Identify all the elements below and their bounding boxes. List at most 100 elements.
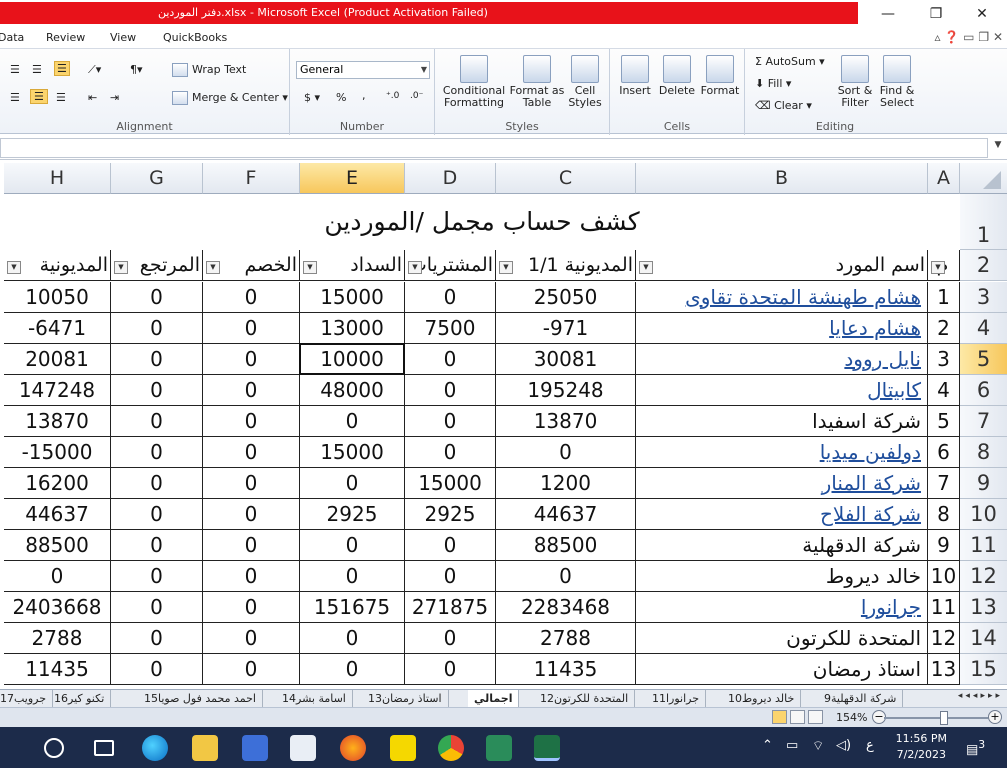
expand-formula-bar-icon[interactable]: ▼ — [991, 140, 1005, 156]
zoom-in-icon[interactable]: + — [988, 710, 1002, 724]
sticky-notes-icon[interactable] — [390, 735, 416, 761]
app-icon[interactable] — [486, 735, 512, 761]
filter-dropdown-icon[interactable]: ▼ — [114, 261, 128, 274]
cell-opening[interactable]: 195248 — [496, 375, 636, 406]
cell-opening[interactable]: 2283468 — [496, 592, 636, 623]
search-icon[interactable] — [44, 738, 64, 758]
merge-center-button[interactable]: Merge & Center ▾ — [172, 91, 288, 105]
cell-balance[interactable]: 2403668 — [4, 592, 111, 623]
sheet-tab[interactable]: 12المتحدة للكرتون — [534, 690, 636, 707]
decrease-indent-icon[interactable]: ⇤ — [88, 91, 97, 104]
cell-purchases[interactable]: 0 — [405, 561, 496, 592]
column-header-b[interactable]: B — [636, 163, 928, 194]
filter-dropdown-icon[interactable]: ▼ — [7, 261, 21, 274]
align-bottom-icon[interactable]: ☰ — [54, 61, 70, 76]
cell-opening[interactable]: 25050 — [496, 282, 636, 313]
cell-idx[interactable]: 7 — [928, 468, 960, 499]
align-center-icon[interactable]: ☰ — [30, 89, 48, 104]
row-header[interactable]: 12 — [960, 561, 1007, 592]
edge-icon[interactable] — [142, 735, 168, 761]
firefox-icon[interactable] — [340, 735, 366, 761]
cell-balance[interactable]: 11435 — [4, 654, 111, 685]
zoom-slider-thumb[interactable] — [940, 711, 948, 725]
format-button[interactable]: Format — [698, 55, 742, 97]
cell-opening[interactable]: 0 — [496, 437, 636, 468]
column-header-f[interactable]: F — [203, 163, 300, 194]
cell-purchases[interactable]: 0 — [405, 282, 496, 313]
file-explorer-icon[interactable] — [192, 735, 218, 761]
align-top-icon[interactable]: ☰ — [10, 63, 20, 76]
notifications-icon[interactable]: ▤3 — [966, 738, 985, 757]
row-header[interactable]: 8 — [960, 437, 1007, 468]
cell-opening[interactable]: 2788 — [496, 623, 636, 654]
cell-purchases[interactable]: 2925 — [405, 499, 496, 530]
cell-discount[interactable]: 0 — [203, 437, 300, 468]
cell-idx[interactable]: 10 — [928, 561, 960, 592]
insert-button[interactable]: Insert — [614, 55, 656, 97]
cell-balance[interactable]: -15000 — [4, 437, 111, 468]
cell-name[interactable]: المتحدة للكرتون — [636, 623, 928, 654]
cell-name[interactable]: شركة الدقهلية — [636, 530, 928, 561]
align-right-icon[interactable]: ☰ — [56, 91, 66, 104]
row-header[interactable]: 11 — [960, 530, 1007, 561]
cell-payment[interactable]: 0 — [300, 654, 405, 685]
filter-dropdown-icon[interactable]: ▼ — [931, 261, 945, 274]
chevron-up-icon[interactable]: ⌃ — [762, 738, 773, 753]
wrap-text-button[interactable]: Wrap Text — [172, 63, 246, 77]
cell-styles-button[interactable]: Cell Styles — [563, 55, 607, 109]
tab-data[interactable]: Data — [0, 31, 24, 44]
cell-opening[interactable]: 13870 — [496, 406, 636, 437]
align-left-icon[interactable]: ☰ — [10, 91, 20, 104]
close-button[interactable]: ✕ — [962, 3, 1002, 25]
cell-purchases[interactable]: 7500 — [405, 313, 496, 344]
wifi-icon[interactable]: ⌔ — [812, 738, 824, 754]
minimize-button[interactable]: — — [868, 3, 908, 25]
filter-dropdown-icon[interactable]: ▼ — [303, 261, 317, 274]
sheet-tab-active[interactable]: اجمالي — [468, 690, 520, 707]
cell-purchases[interactable]: 15000 — [405, 468, 496, 499]
row-header[interactable]: 4 — [960, 313, 1007, 344]
cell-payment[interactable]: 15000 — [300, 437, 405, 468]
mail-icon[interactable] — [290, 735, 316, 761]
column-header-g[interactable]: G — [111, 163, 203, 194]
cell-discount[interactable]: 0 — [203, 282, 300, 313]
cell-opening[interactable]: 30081 — [496, 344, 636, 375]
format-as-table-button[interactable]: Format as Table — [509, 55, 565, 109]
cell-discount[interactable]: 0 — [203, 654, 300, 685]
cell-balance[interactable]: 0 — [4, 561, 111, 592]
cell-purchases[interactable]: 0 — [405, 623, 496, 654]
formula-input[interactable] — [0, 138, 988, 158]
cell-idx[interactable]: 6 — [928, 437, 960, 468]
cell-returns[interactable]: 0 — [111, 437, 203, 468]
cell-opening[interactable]: -971 — [496, 313, 636, 344]
sheet-nav-arrows[interactable]: ◂◂◂▸▸▸ — [958, 691, 1003, 701]
cell-discount[interactable]: 0 — [203, 530, 300, 561]
cell-discount[interactable]: 0 — [203, 561, 300, 592]
cell-payment[interactable]: 151675 — [300, 592, 405, 623]
cell-returns[interactable]: 0 — [111, 623, 203, 654]
cell-payment[interactable]: 0 — [300, 406, 405, 437]
cell-payment[interactable]: 15000 — [300, 282, 405, 313]
cell-opening[interactable]: 1200 — [496, 468, 636, 499]
cell-idx[interactable]: 12 — [928, 623, 960, 654]
row-header[interactable]: 14 — [960, 623, 1007, 654]
cell-balance[interactable]: 2788 — [4, 623, 111, 654]
cell-discount[interactable]: 0 — [203, 623, 300, 654]
zoom-level[interactable]: 154% — [836, 711, 867, 724]
cell-name[interactable]: استاذ رمضان — [636, 654, 928, 685]
cell-name[interactable]: دولفين ميديا — [636, 437, 928, 468]
excel-icon[interactable] — [534, 735, 560, 761]
volume-icon[interactable]: ◁) — [836, 738, 851, 753]
cell-opening[interactable]: 44637 — [496, 499, 636, 530]
sheet-tab[interactable]: 10خالد ديروط — [722, 690, 802, 707]
cell-payment[interactable]: 0 — [300, 468, 405, 499]
cell-returns[interactable]: 0 — [111, 282, 203, 313]
cell-idx[interactable]: 3 — [928, 344, 960, 375]
clear-button[interactable]: ⌫ Clear ▾ — [755, 99, 812, 112]
store-icon[interactable] — [242, 735, 268, 761]
rtl-direction-icon[interactable]: ¶▾ — [130, 63, 143, 76]
filter-dropdown-icon[interactable]: ▼ — [408, 261, 422, 274]
column-header-d[interactable]: D — [405, 163, 496, 194]
cell-balance[interactable]: 44637 — [4, 499, 111, 530]
cell-returns[interactable]: 0 — [111, 406, 203, 437]
